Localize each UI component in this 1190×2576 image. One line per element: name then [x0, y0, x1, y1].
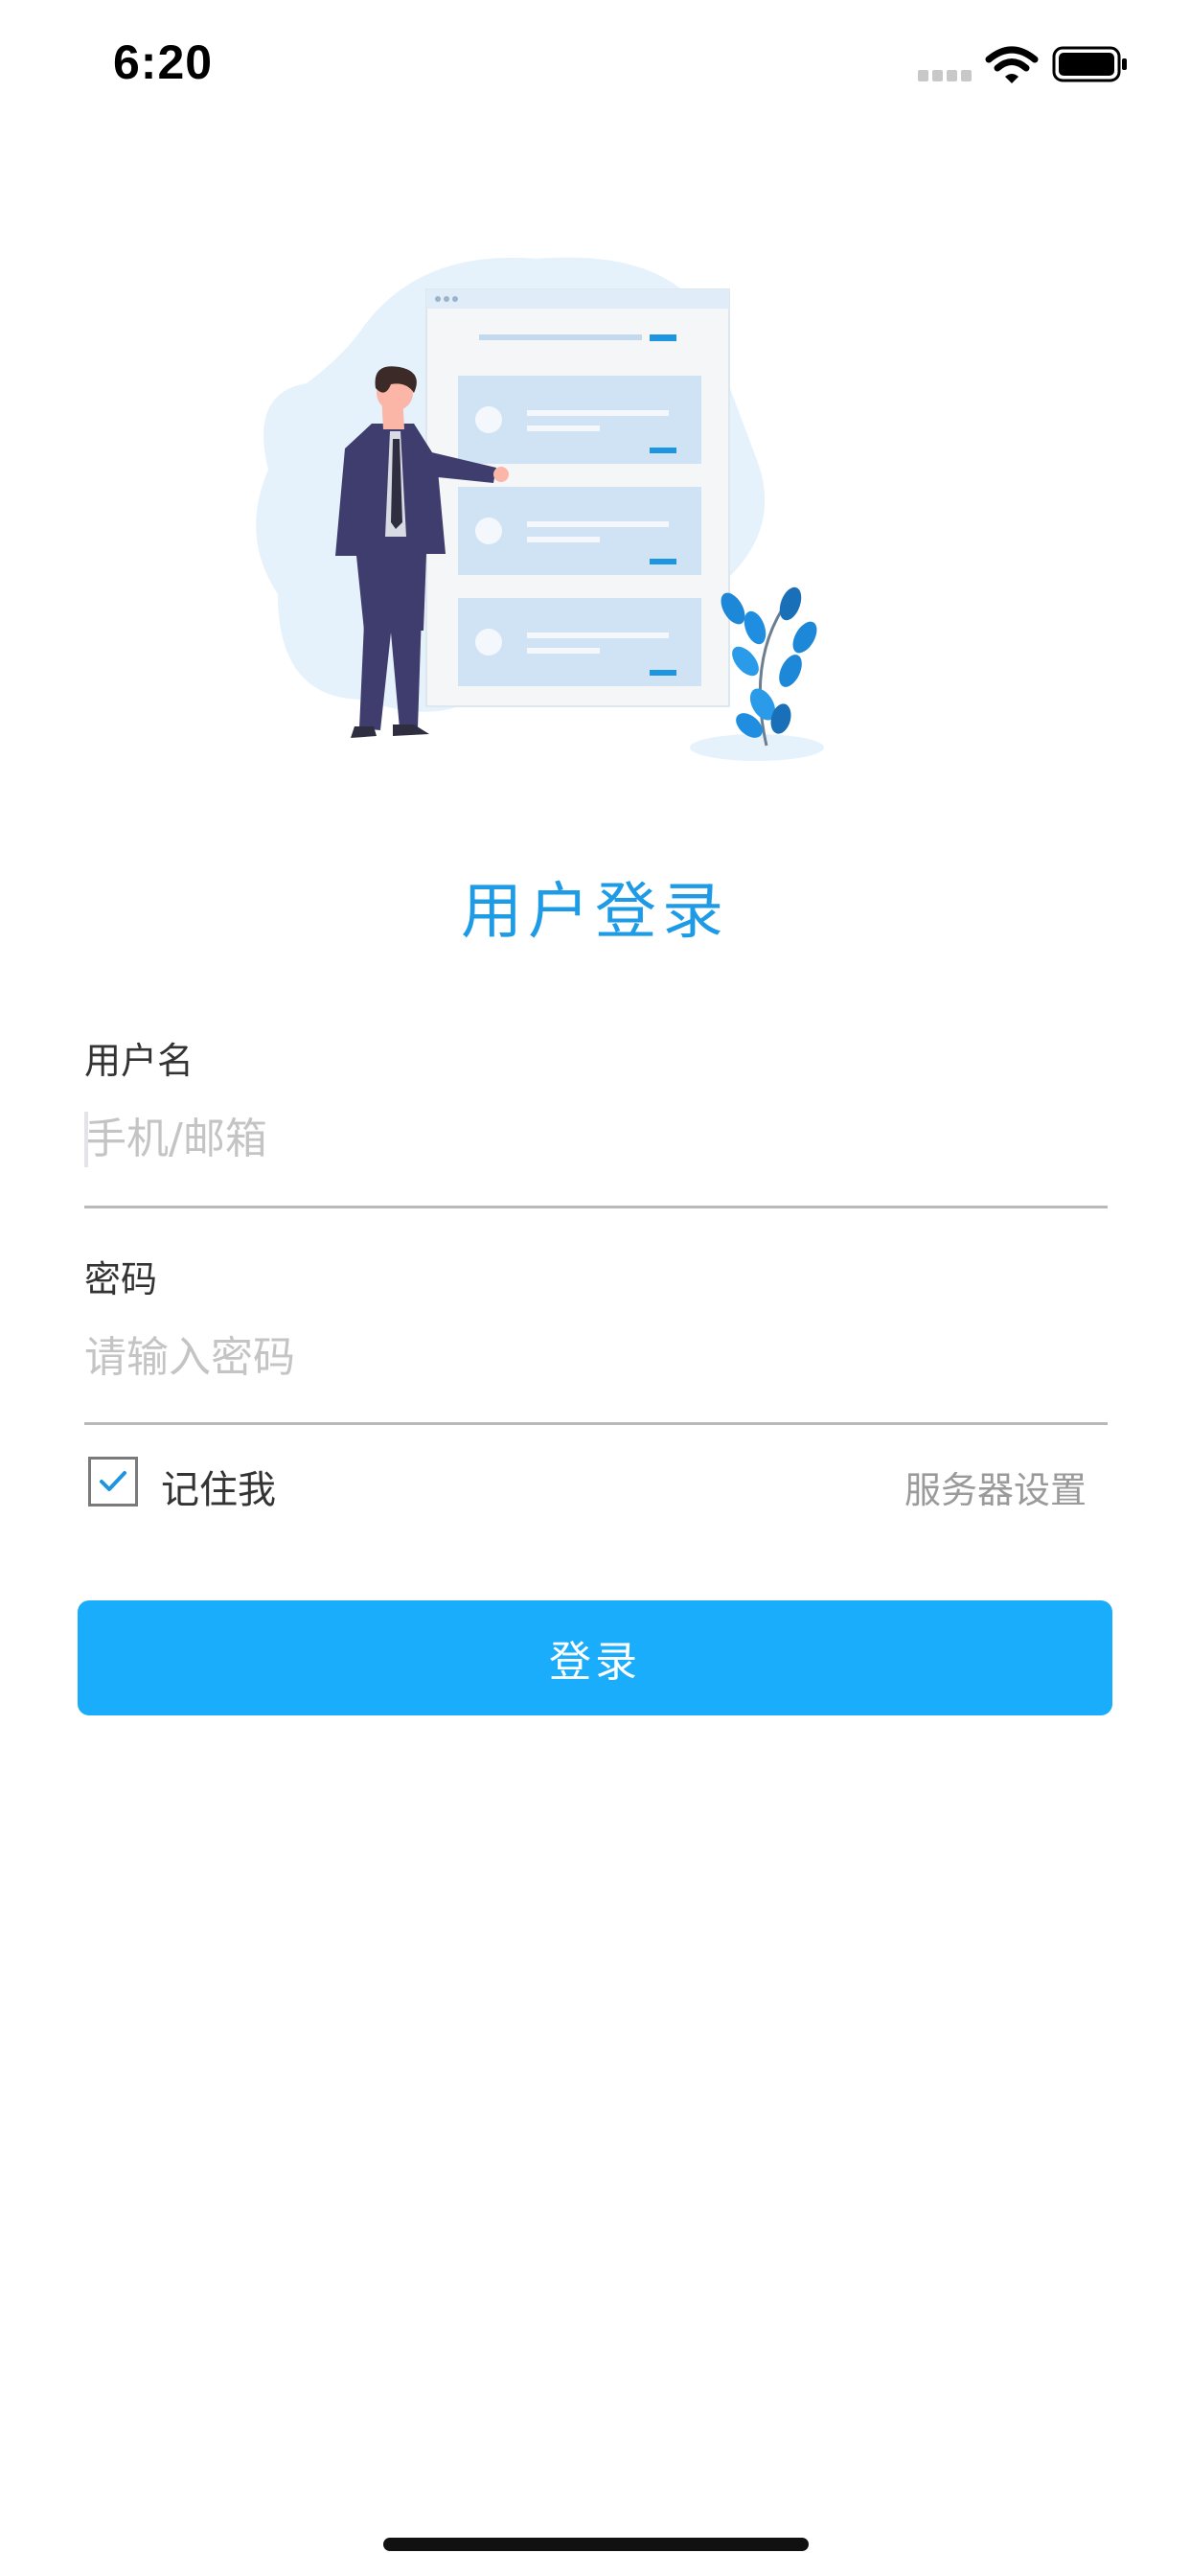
signal-icon — [918, 70, 972, 81]
checkmark-icon — [100, 1471, 126, 1491]
username-label: 用户名 — [84, 1040, 195, 1082]
server-settings-link[interactable]: 服务器设置 — [904, 1460, 1087, 1513]
wifi-icon — [985, 46, 1039, 83]
battery-icon — [1052, 46, 1127, 82]
page-title: 用户登录 — [461, 877, 729, 948]
remember-checkbox[interactable] — [88, 1457, 138, 1506]
password-input[interactable] — [84, 1319, 1108, 1395]
status-time: 6:20 — [113, 35, 214, 89]
password-underline — [84, 1422, 1108, 1425]
username-underline — [84, 1206, 1108, 1208]
home-indicator — [383, 2538, 809, 2551]
status-bar: 6:20 — [0, 0, 1190, 134]
login-button[interactable]: 登录 — [78, 1600, 1112, 1715]
password-label: 密码 — [84, 1258, 158, 1300]
login-illustration — [256, 257, 824, 761]
username-input[interactable] — [84, 1100, 1108, 1177]
remember-label[interactable]: 记住我 — [161, 1459, 276, 1514]
text-cursor — [84, 1112, 88, 1167]
